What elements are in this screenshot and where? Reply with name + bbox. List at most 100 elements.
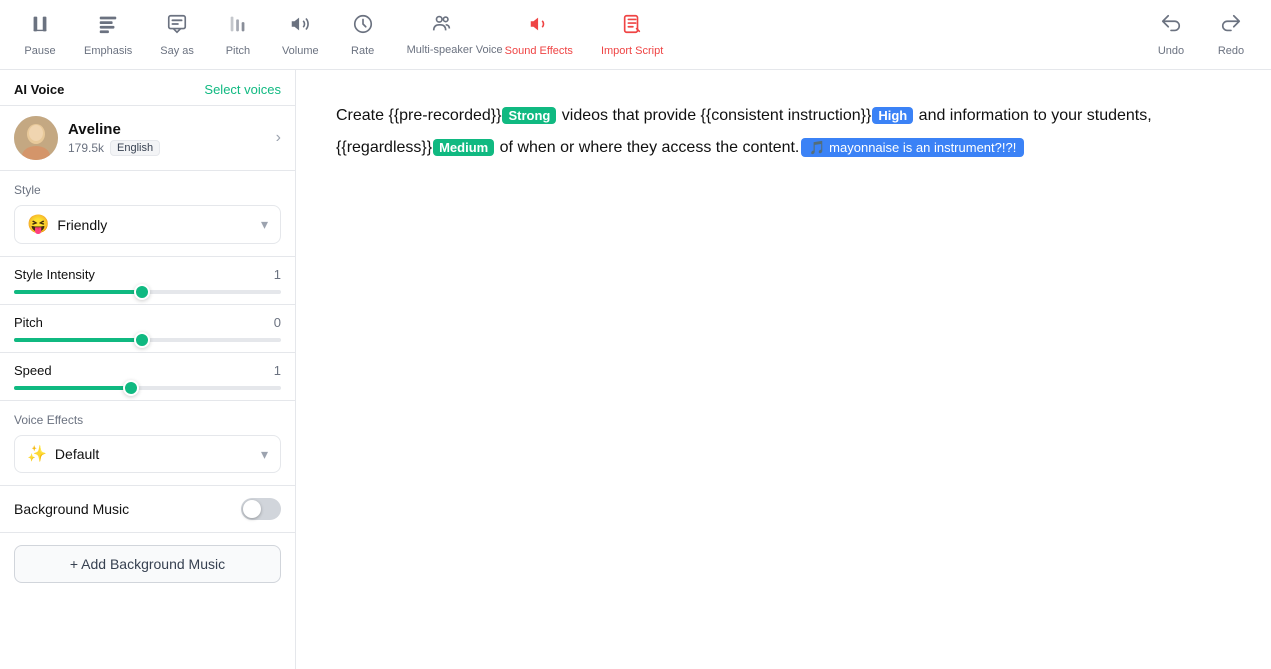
toolbar-multi-speaker[interactable]: Multi-speaker Voice (393, 6, 491, 63)
editor-text: of when or where they access the content… (495, 139, 799, 156)
multi-speaker-label: Multi-speaker Voice (407, 44, 477, 57)
speed-thumb[interactable] (123, 380, 139, 396)
sidebar: AI Voice Select voices Aveline 179.5k En… (0, 70, 296, 669)
chevron-right-icon: › (276, 129, 281, 147)
editor-area[interactable]: Create {{pre-recorded}}Strong videos tha… (296, 70, 1271, 669)
voice-meta: 179.5k English (68, 140, 266, 156)
toolbar-rate[interactable]: Rate (333, 7, 393, 63)
toolbar-import-script[interactable]: Import Script (587, 7, 677, 63)
ai-voice-title: AI Voice (14, 82, 64, 97)
toolbar-pause[interactable]: Pause (10, 7, 70, 63)
chevron-down-icon: ▾ (261, 216, 268, 233)
undo-label: Undo (1158, 45, 1184, 57)
style-intensity-thumb[interactable] (134, 284, 150, 300)
speed-value: 1 (274, 363, 281, 378)
import-script-label: Import Script (601, 45, 663, 57)
pitch-fill (14, 338, 142, 342)
pause-label: Pause (24, 45, 55, 57)
pitch-thumb[interactable] (134, 332, 150, 348)
editor-text: videos that provide (557, 107, 700, 124)
sound-effects-icon (528, 13, 550, 41)
toolbar-volume[interactable]: Volume (268, 7, 333, 63)
voice-effects-emoji: ✨ (27, 444, 47, 464)
voice-effects-left: ✨ Default (27, 444, 99, 464)
sidebar-header: AI Voice Select voices (0, 70, 295, 106)
redo-button[interactable]: Redo (1201, 7, 1261, 63)
voice-effects-section: Voice Effects ✨ Default ▾ (0, 401, 295, 486)
pitch-label: Pitch (226, 45, 250, 57)
editor-badge[interactable]: Medium (433, 139, 494, 156)
toolbar-say-as[interactable]: Say as (146, 7, 208, 63)
multi-speaker-icon (431, 12, 453, 40)
sound-effect-tag[interactable]: 🎵 mayonnaise is an instrument?!?! (801, 138, 1024, 157)
editor-text: and information to your students, (914, 107, 1151, 124)
bg-music-label: Background Music (14, 501, 129, 517)
bg-music-row: Background Music (14, 498, 281, 520)
speed-slider[interactable] (14, 386, 281, 390)
voice-language: English (110, 140, 160, 156)
pause-icon (29, 13, 51, 41)
voice-effects-label: Voice Effects (14, 413, 281, 427)
voice-followers: 179.5k (68, 141, 104, 155)
voice-info: Aveline 179.5k English (68, 121, 266, 156)
add-bg-music-label: + Add Background Music (70, 556, 225, 572)
voice-effects-chevron-icon: ▾ (261, 446, 268, 463)
speed-row: Speed 1 (0, 353, 295, 401)
toggle-knob (243, 500, 261, 518)
style-label: Style (14, 183, 281, 197)
select-voices-link[interactable]: Select voices (204, 82, 281, 97)
pitch-row: Pitch 0 (0, 305, 295, 353)
toolbar-sound-effects[interactable]: Sound Effects (491, 7, 587, 63)
voice-name: Aveline (68, 121, 266, 138)
style-intensity-fill (14, 290, 142, 294)
style-select[interactable]: 😝 Friendly ▾ (14, 205, 281, 244)
toolbar-pitch[interactable]: Pitch (208, 7, 268, 63)
pitch-header: Pitch 0 (14, 315, 281, 330)
editor-curly: {{pre-recorded}} (388, 107, 501, 124)
avatar (14, 116, 58, 160)
voice-effects-select[interactable]: ✨ Default ▾ (14, 435, 281, 473)
pitch-value: 0 (274, 315, 281, 330)
toolbar-emphasis[interactable]: Emphasis (70, 7, 146, 63)
style-section: Style 😝 Friendly ▾ (0, 171, 295, 257)
speed-fill (14, 386, 131, 390)
pitch-slider[interactable] (14, 338, 281, 342)
sound-effects-label: Sound Effects (505, 45, 573, 57)
style-value: Friendly (57, 217, 107, 233)
style-emoji: 😝 (27, 214, 49, 235)
toolbar: Pause Emphasis Say as (0, 0, 1271, 70)
redo-icon (1220, 13, 1242, 41)
style-intensity-header: Style Intensity 1 (14, 267, 281, 282)
speed-header: Speed 1 (14, 363, 281, 378)
style-intensity-value: 1 (274, 267, 281, 282)
say-as-label: Say as (160, 45, 194, 57)
voice-effects-value: Default (55, 446, 99, 462)
pitch-icon (227, 13, 249, 41)
rate-label: Rate (351, 45, 374, 57)
voice-card[interactable]: Aveline 179.5k English › (0, 106, 295, 171)
redo-label: Redo (1218, 45, 1244, 57)
style-select-left: 😝 Friendly (27, 214, 107, 235)
add-bg-music-button[interactable]: + Add Background Music (14, 545, 281, 583)
speed-label: Speed (14, 363, 52, 378)
emphasis-label: Emphasis (84, 45, 132, 57)
editor-curly: {{consistent instruction}} (701, 107, 872, 124)
style-intensity-row: Style Intensity 1 (0, 257, 295, 305)
style-intensity-label: Style Intensity (14, 267, 95, 282)
main-content: AI Voice Select voices Aveline 179.5k En… (0, 70, 1271, 669)
editor-badge[interactable]: High (872, 107, 913, 124)
bg-music-section: Background Music (0, 486, 295, 533)
emphasis-icon (97, 13, 119, 41)
style-intensity-slider[interactable] (14, 290, 281, 294)
bg-music-toggle[interactable] (241, 498, 281, 520)
volume-label: Volume (282, 45, 319, 57)
pitch-label: Pitch (14, 315, 43, 330)
undo-button[interactable]: Undo (1141, 7, 1201, 63)
undo-icon (1160, 13, 1182, 41)
editor-text: Create (336, 107, 388, 124)
volume-icon (289, 13, 311, 41)
editor-curly: {{regardless}} (336, 139, 432, 156)
editor-badge[interactable]: Strong (502, 107, 556, 124)
say-as-icon (166, 13, 188, 41)
rate-icon (352, 13, 374, 41)
